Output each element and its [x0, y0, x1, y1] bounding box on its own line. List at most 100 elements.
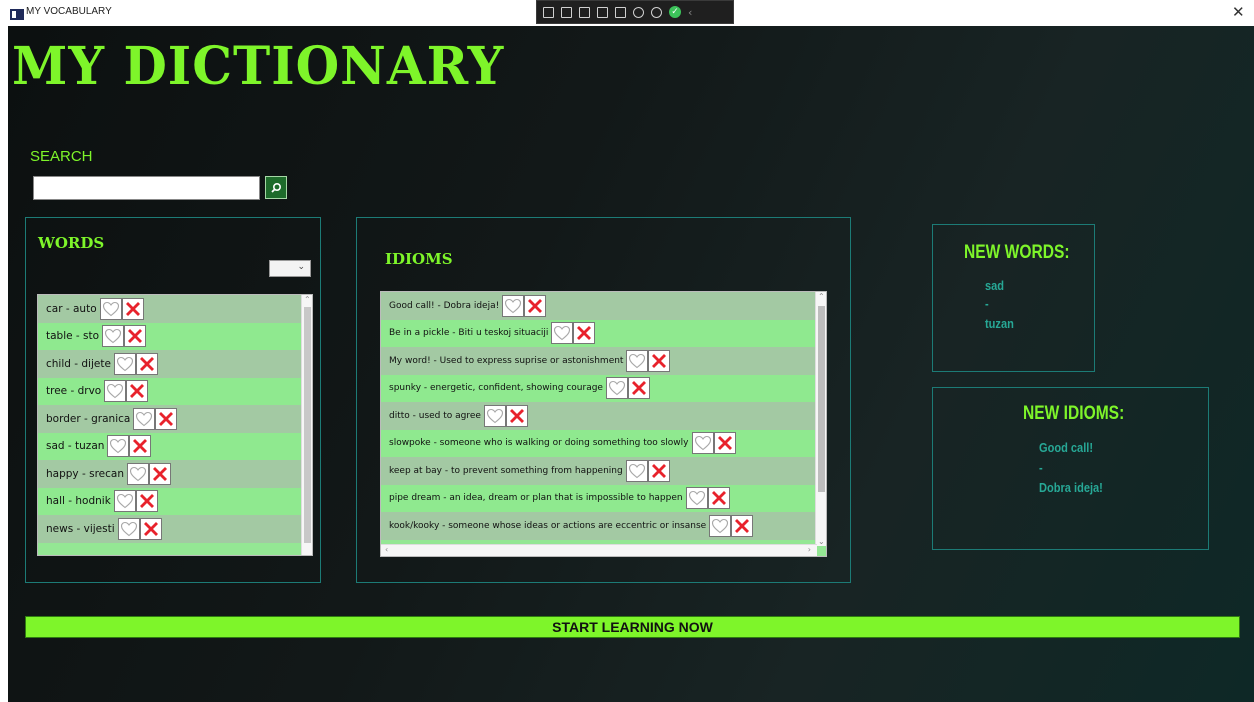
idiom-row[interactable]: ditto - used to agree: [381, 402, 817, 430]
heart-icon: [628, 463, 645, 478]
favorite-button[interactable]: [625, 459, 648, 482]
delete-button[interactable]: [155, 407, 178, 430]
check-icon[interactable]: ✓: [669, 6, 681, 18]
close-icon: [159, 411, 174, 426]
heart-icon: [505, 298, 522, 313]
chevron-left-icon[interactable]: ‹: [688, 6, 692, 19]
favorite-button[interactable]: [626, 349, 649, 372]
favorite-button[interactable]: [709, 514, 732, 537]
favorite-button[interactable]: [605, 377, 628, 400]
word-row[interactable]: border - granica: [38, 405, 303, 433]
delete-button[interactable]: [648, 349, 671, 372]
delete-button[interactable]: [707, 487, 730, 510]
delete-button[interactable]: [139, 517, 162, 540]
delete-button[interactable]: [524, 294, 547, 317]
close-icon: [139, 356, 154, 371]
favorite-button[interactable]: [99, 297, 122, 320]
close-icon: [717, 436, 732, 451]
idiom-row-text: Be in a pickle - Biti u teskoj situaciji: [389, 328, 549, 339]
idioms-hscrollbar[interactable]: ‹ ›: [381, 544, 817, 556]
favorite-button[interactable]: [113, 352, 136, 375]
heart-icon: [102, 301, 119, 316]
app-client-area: MY DICTIONARY SEARCH WORDS ⌄ car - auto t…: [8, 26, 1254, 702]
words-filter-dropdown[interactable]: ⌄: [269, 260, 311, 277]
search-label: SEARCH: [30, 148, 93, 165]
word-row-text: hall - hodnik: [46, 495, 111, 508]
idiom-row[interactable]: pipe dream - an idea, dream or plan that…: [381, 484, 817, 512]
idiom-row-text: keep at bay - to prevent something from …: [389, 465, 623, 476]
search-button[interactable]: [265, 176, 287, 199]
heart-icon: [629, 353, 646, 368]
delete-button[interactable]: [135, 352, 158, 375]
start-learning-button[interactable]: START LEARNING NOW: [25, 616, 1240, 638]
idiom-row[interactable]: Good call! - Dobra ideja!: [381, 292, 817, 320]
words-scrollbar[interactable]: ⌃: [301, 295, 312, 555]
delete-button[interactable]: [121, 297, 144, 320]
delete-button[interactable]: [647, 459, 670, 482]
favorite-button[interactable]: [107, 435, 130, 458]
words-list[interactable]: car - auto table - sto child - dijete tree …: [37, 294, 313, 556]
favorite-button[interactable]: [117, 517, 140, 540]
favorite-button[interactable]: [126, 462, 149, 485]
new-idiom-translation: Dobra ideja!: [1039, 480, 1103, 495]
word-row[interactable]: news - vijesti: [38, 515, 303, 543]
idiom-row[interactable]: spunky - energetic, confident, showing c…: [381, 374, 817, 402]
delete-button[interactable]: [731, 514, 754, 537]
idioms-scrollbar[interactable]: ⌃ ⌄: [815, 292, 826, 546]
layout-adorner-icon[interactable]: [579, 6, 590, 18]
search-input[interactable]: [33, 176, 260, 200]
close-icon: [125, 301, 140, 316]
new-word: sad: [985, 278, 1005, 293]
favorite-button[interactable]: [102, 325, 125, 348]
new-word-separator: -: [985, 296, 989, 311]
idiom-row[interactable]: Be in a pickle - Biti u teskoj situaciji: [381, 319, 817, 347]
favorite-button[interactable]: [691, 432, 714, 455]
debug-toolbar: ✓ ‹: [536, 0, 734, 24]
word-row[interactable]: child - dijete: [38, 350, 303, 378]
favorite-button[interactable]: [133, 407, 156, 430]
binding-failures-icon[interactable]: [633, 6, 644, 18]
idiom-row-text: My word! - Used to express suprise or as…: [389, 355, 624, 366]
idiom-row[interactable]: kook/kooky - someone whose ideas or acti…: [381, 512, 817, 540]
heart-icon: [110, 439, 127, 454]
favorite-button[interactable]: [551, 322, 574, 345]
word-row[interactable]: table - sto: [38, 322, 303, 350]
delete-button[interactable]: [505, 404, 528, 427]
word-row[interactable]: car - auto: [38, 295, 303, 323]
idioms-title: IDIOMS: [385, 250, 453, 268]
video-icon[interactable]: [561, 6, 572, 18]
heart-icon: [105, 329, 122, 344]
select-element-icon[interactable]: [543, 6, 554, 18]
word-row-text: sad - tuzan: [46, 440, 105, 453]
close-icon: [577, 326, 592, 341]
delete-button[interactable]: [135, 490, 158, 513]
word-row[interactable]: happy - srecan: [38, 460, 303, 488]
idiom-row-text: kook/kooky - someone whose ideas or acti…: [389, 520, 707, 531]
accessibility-icon[interactable]: [651, 6, 662, 18]
favorite-button[interactable]: [685, 487, 708, 510]
delete-button[interactable]: [124, 325, 147, 348]
favorite-button[interactable]: [104, 380, 127, 403]
word-row-text: tree - drvo: [46, 385, 102, 398]
delete-button[interactable]: [627, 377, 650, 400]
favorite-button[interactable]: [483, 404, 506, 427]
word-row-text: car - auto: [46, 302, 97, 315]
track-focus-icon[interactable]: [615, 6, 626, 18]
favorite-button[interactable]: [113, 490, 136, 513]
idiom-row[interactable]: slowpoke - someone who is walking or doi…: [381, 429, 817, 457]
delete-button[interactable]: [573, 322, 596, 345]
delete-button[interactable]: [713, 432, 736, 455]
delete-button[interactable]: [129, 435, 152, 458]
delete-button[interactable]: [148, 462, 171, 485]
word-row[interactable]: tree - drvo: [38, 377, 303, 405]
idiom-row[interactable]: keep at bay - to prevent something from …: [381, 457, 817, 485]
close-icon: [528, 298, 543, 313]
idioms-list[interactable]: Good call! - Dobra ideja! Be in a pickle …: [380, 291, 827, 557]
delete-button[interactable]: [126, 380, 149, 403]
focus-frame-icon[interactable]: [597, 6, 608, 18]
word-row[interactable]: sad - tuzan: [38, 432, 303, 460]
close-window-button[interactable]: ✕: [1232, 3, 1245, 21]
favorite-button[interactable]: [502, 294, 525, 317]
idiom-row[interactable]: My word! - Used to express suprise or as…: [381, 347, 817, 375]
word-row[interactable]: hall - hodnik: [38, 487, 303, 515]
